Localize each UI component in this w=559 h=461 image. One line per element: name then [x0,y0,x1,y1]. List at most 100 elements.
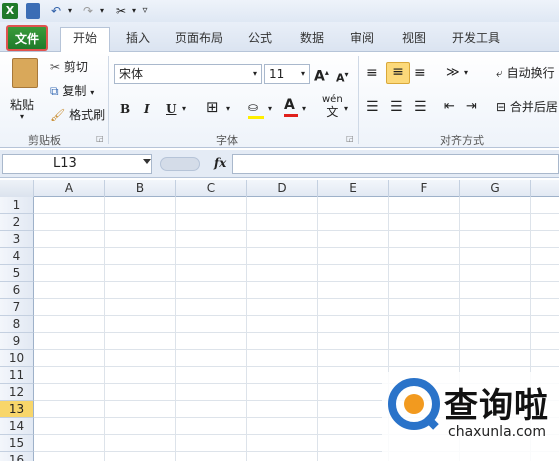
row-header[interactable]: 4 [0,248,34,265]
grid-line [34,349,559,350]
cut-button[interactable]: ✂ 剪切 [50,58,88,76]
merge-center-button[interactable]: ⊟ 合并后居 [496,98,558,116]
chevron-down-icon[interactable]: ▾ [66,3,74,19]
row-header[interactable]: 1 [0,197,34,214]
row-header[interactable]: 7 [0,299,34,316]
chevron-down-icon[interactable]: ▾ [182,100,186,118]
chevron-down-icon[interactable]: ▾ [464,64,468,82]
formula-input[interactable] [232,154,559,174]
column-header[interactable]: A [34,180,105,197]
paste-button[interactable]: 粘贴 ▾ [6,56,42,126]
clipboard-icon [12,58,38,88]
formula-bar: L13 fx [0,150,559,178]
dialog-launcher-icon[interactable]: ◲ [96,134,104,143]
scissors-icon: ✂ [50,60,61,74]
select-all-corner[interactable] [0,180,34,197]
column-header[interactable]: D [247,180,318,197]
shrink-font-icon[interactable]: A▾ [336,66,349,88]
row-header[interactable]: 11 [0,367,34,384]
wrap-text-button[interactable]: ⤶ 自动换行 [496,64,555,82]
grid-line [34,264,559,265]
column-header[interactable]: F [389,180,460,197]
column-header-bar: ABCDEFG [0,180,559,197]
quick-access-toolbar: X ↶ ▾ ↷ ▾ ✂ ▾ ▿ [0,0,559,22]
grid-line [34,366,559,367]
chevron-down-icon[interactable]: ▾ [98,3,106,19]
fill-color-icon[interactable]: ⛀ [248,98,264,119]
chevron-down-icon[interactable]: ▾ [226,100,230,118]
chevron-down-icon[interactable]: ▾ [268,100,272,118]
chevron-down-icon[interactable] [143,159,151,164]
name-box[interactable]: L13 [2,154,152,174]
phonetic-guide-icon[interactable]: wén 文 [322,94,343,118]
watermark: 查询啦 chaxunla.com [382,372,559,461]
row-header[interactable]: 10 [0,350,34,367]
save-icon[interactable] [26,3,40,19]
orientation-icon[interactable]: ≫ [446,64,460,82]
tab-view[interactable]: 视图 [394,28,434,50]
column-header[interactable]: B [105,180,176,197]
chevron-down-icon[interactable]: ▾ [130,3,138,19]
row-header[interactable]: 16 [0,452,34,461]
cut-label: 剪切 [63,60,88,74]
resize-handle[interactable] [160,157,200,171]
tab-data[interactable]: 数据 [292,28,332,50]
tab-review[interactable]: 审阅 [342,28,382,50]
column-header[interactable]: G [460,180,531,197]
grid-line [34,315,559,316]
grow-font-icon[interactable]: A▴ [314,64,329,86]
tab-file[interactable]: 文件 [6,25,48,51]
increase-indent-icon[interactable]: ⇥ [466,98,477,116]
row-header[interactable]: 9 [0,333,34,350]
grid-line [34,213,559,214]
tab-page-layout[interactable]: 页面布局 [168,28,230,50]
italic-button[interactable]: I [144,100,150,118]
column-header[interactable]: C [176,180,247,197]
row-header[interactable]: 5 [0,265,34,282]
tab-insert[interactable]: 插入 [118,28,158,50]
borders-icon[interactable]: ⊞ [206,98,219,116]
row-header[interactable]: 2 [0,214,34,231]
excel-logo-icon: X [2,3,18,19]
group-label-alignment: 对齐方式 [440,134,484,147]
font-color-icon[interactable]: A [284,96,298,117]
row-header[interactable]: 14 [0,418,34,435]
dialog-launcher-icon[interactable]: ◲ [346,134,354,143]
align-middle-icon[interactable]: ≡ [386,62,410,84]
insert-function-icon[interactable]: fx [214,156,226,170]
align-center-icon[interactable]: ☰ [390,98,403,116]
font-size-select[interactable]: 11 ▾ [264,64,310,84]
row-header[interactable]: 6 [0,282,34,299]
format-painter-button[interactable]: 🖌 格式刷 [50,106,105,124]
tab-formulas[interactable]: 公式 [240,28,280,50]
row-header[interactable]: 12 [0,384,34,401]
fill-color-swatch [248,116,264,119]
row-header[interactable]: 3 [0,231,34,248]
chevron-down-icon[interactable]: ▾ [302,100,306,118]
paint-bucket-icon: ⛀ [248,100,259,114]
customize-icon[interactable]: ▿ [140,3,150,19]
row-header[interactable]: 13 [0,401,34,418]
underline-button[interactable]: U [166,100,176,118]
decrease-indent-icon[interactable]: ⇤ [444,98,455,116]
tab-home[interactable]: 开始 [60,27,110,53]
align-top-icon[interactable]: ≡ [366,64,378,82]
column-header[interactable]: E [318,180,389,197]
chevron-down-icon: ▾ [300,69,305,78]
chevron-down-icon[interactable]: ▾ [344,100,348,118]
font-name-select[interactable]: 宋体 ▾ [114,64,262,84]
bold-button[interactable]: B [120,100,130,118]
align-right-icon[interactable]: ☰ [414,98,427,116]
align-bottom-icon[interactable]: ≡ [414,64,426,82]
tab-developer[interactable]: 开发工具 [444,28,508,50]
tools-icon[interactable]: ✂ [112,3,130,19]
align-left-icon[interactable]: ☰ [366,98,379,116]
undo-icon[interactable]: ↶ [48,3,64,19]
copy-button[interactable]: ⧉ 复制 ▾ [50,82,94,102]
row-header[interactable]: 15 [0,435,34,452]
redo-icon[interactable]: ↷ [80,3,96,19]
divider [108,56,109,144]
row-header[interactable]: 8 [0,316,34,333]
brush-icon: 🖌 [50,108,66,122]
copy-icon: ⧉ [50,84,59,98]
